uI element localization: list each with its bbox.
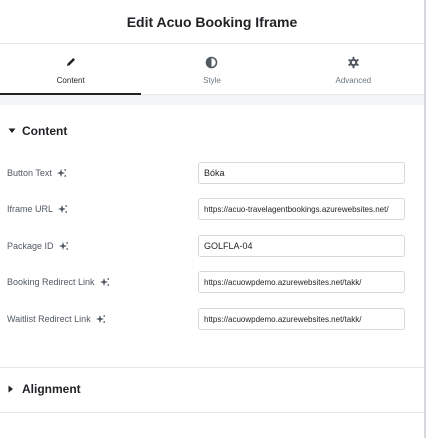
tab-advanced[interactable]: Advanced (283, 44, 424, 94)
button-text-input[interactable] (198, 162, 405, 184)
field-label: Booking Redirect Link (7, 277, 110, 287)
alignment-section-toggle[interactable]: Alignment (0, 374, 424, 404)
tab-content[interactable]: Content (0, 44, 142, 95)
tab-content-label: Content (56, 76, 85, 85)
panel-header: Edit Acuo Booking Iframe (0, 0, 424, 44)
section-divider (0, 412, 424, 413)
tab-bar: Content Style Advanced (0, 44, 424, 95)
iframe-url-input[interactable] (198, 198, 405, 220)
dynamic-tags-icon[interactable] (95, 314, 106, 324)
tab-style-label: Style (203, 76, 221, 85)
section-divider (0, 367, 424, 368)
field-row-package-id: Package ID (0, 234, 424, 258)
waitlist-redirect-input[interactable] (198, 308, 405, 330)
waitlist-redirect-label: Waitlist Redirect Link (7, 314, 91, 324)
field-row-iframe-url: Iframe URL (0, 197, 424, 221)
field-row-waitlist-redirect: Waitlist Redirect Link (0, 307, 424, 331)
content-section-title: Content (22, 124, 68, 138)
panel-title: Edit Acuo Booking Iframe (126, 13, 298, 30)
booking-redirect-label: Booking Redirect Link (7, 277, 95, 287)
field-row-button-text: Button Text (0, 161, 424, 185)
field-label: Package ID (7, 241, 69, 251)
field-row-booking-redirect: Booking Redirect Link (0, 270, 424, 294)
booking-redirect-input[interactable] (198, 271, 405, 293)
field-label: Waitlist Redirect Link (7, 314, 106, 324)
caret-right-icon (8, 385, 18, 393)
dynamic-tags-icon[interactable] (58, 204, 68, 214)
field-label: Button Text (7, 168, 67, 178)
dynamic-tags-icon[interactable] (58, 241, 69, 251)
dynamic-tags-icon[interactable] (99, 277, 110, 287)
dynamic-tags-icon[interactable] (56, 168, 67, 178)
content-section-toggle[interactable]: Content (0, 116, 424, 146)
button-text-label: Button Text (7, 168, 52, 178)
package-id-input[interactable] (198, 235, 405, 257)
tab-advanced-label: Advanced (335, 76, 372, 85)
section-separator (0, 95, 424, 105)
contrast-icon (205, 54, 218, 70)
alignment-section-title: Alignment (22, 382, 81, 396)
tab-style[interactable]: Style (141, 44, 282, 94)
iframe-url-label: Iframe URL (7, 204, 54, 214)
package-id-label: Package ID (7, 241, 54, 251)
field-label: Iframe URL (7, 204, 68, 214)
caret-down-icon (8, 128, 18, 134)
pencil-icon (65, 54, 77, 70)
gear-icon (347, 54, 360, 70)
